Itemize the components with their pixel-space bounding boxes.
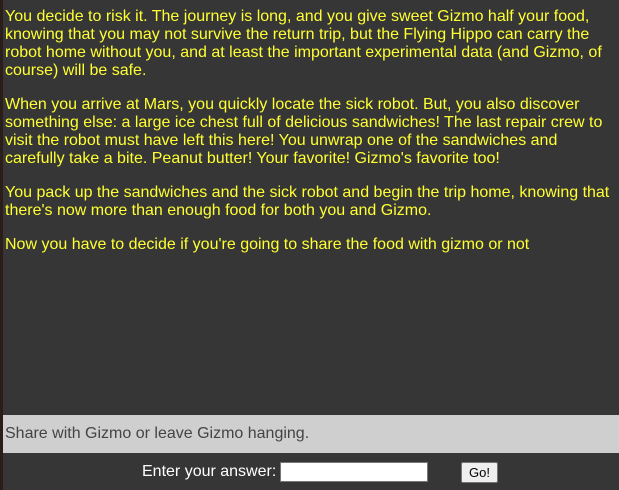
answer-label: Enter your answer: — [142, 463, 277, 480]
game-frame: You decide to risk it. The journey is lo… — [3, 0, 619, 490]
choice-prompt: Share with Gizmo or leave Gizmo hanging. — [3, 415, 619, 453]
story-paragraph: You pack up the sandwiches and the sick … — [5, 184, 610, 219]
answer-form: Enter your answer: Go! — [3, 461, 619, 485]
story-text: You decide to risk it. The journey is lo… — [5, 8, 611, 270]
answer-input[interactable] — [280, 462, 428, 482]
story-paragraph: Now you have to decide if you're going t… — [5, 236, 530, 253]
story-paragraph: You decide to risk it. The journey is lo… — [5, 8, 602, 79]
go-button[interactable]: Go! — [461, 462, 498, 483]
story-paragraph: When you arrive at Mars, you quickly loc… — [5, 96, 603, 167]
